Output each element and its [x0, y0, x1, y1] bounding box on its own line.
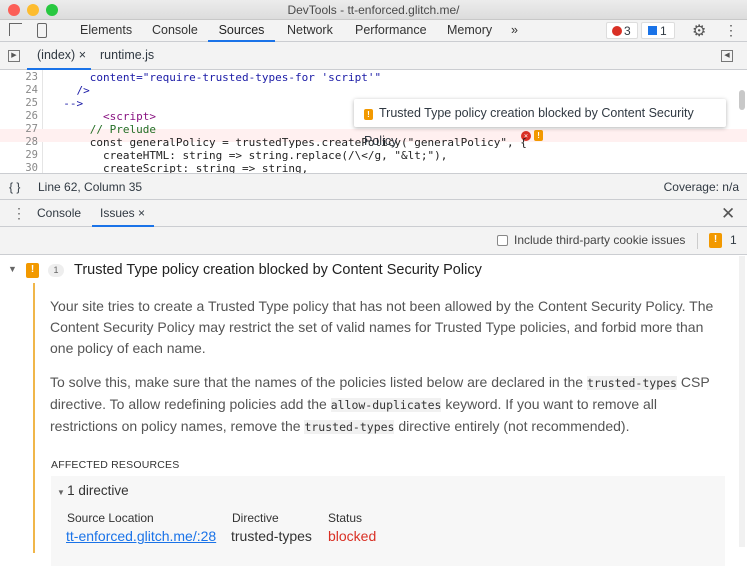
main-toolbar: Elements Console Sources Network Perform… [0, 20, 747, 42]
window-title: DevTools - tt-enforced.glitch.me/ [287, 3, 460, 17]
close-tab-icon[interactable]: × [138, 206, 145, 220]
tab-elements[interactable]: Elements [80, 20, 132, 42]
status-bar: { } Line 62, Column 35 Coverage: n/a [0, 173, 747, 200]
issue-resolution: To solve this, make sure that the names … [50, 374, 710, 434]
line-number[interactable]: 25 [0, 97, 38, 109]
coverage-status: Coverage: n/a [663, 180, 739, 194]
issue-body: Your site tries to create a Trusted Type… [33, 283, 725, 566]
file-tab-index[interactable]: (index) × [27, 42, 91, 70]
cursor-position: Line 62, Column 35 [38, 180, 143, 194]
line-number[interactable]: 27 [0, 123, 38, 135]
status-value: blocked [328, 528, 377, 544]
drawer-tab-console[interactable]: Console [37, 200, 81, 226]
code-line: <script> [50, 110, 156, 123]
message-icon [648, 26, 657, 35]
divider [697, 233, 698, 249]
error-icon [612, 26, 622, 36]
code-editor[interactable]: ! Trusted Type policy creation blocked by… [0, 70, 747, 175]
issue-item: ▼ ! 1 Trusted Type policy creation block… [0, 256, 745, 566]
directive-value: trusted-types [231, 528, 312, 544]
issues-toolbar: Include third-party cookie issues ! 1 [0, 227, 747, 255]
code-line: /> [50, 84, 90, 97]
directive-toggle[interactable]: ▼ 1 directive [57, 483, 129, 498]
code-line: // Prelude [50, 123, 156, 136]
expand-triangle-icon[interactable]: ▼ [8, 264, 17, 274]
warning-icon: ! [364, 109, 373, 120]
line-number[interactable]: 23 [0, 71, 38, 83]
column-source-location: Source Location [67, 511, 154, 525]
column-status: Status [328, 511, 363, 525]
source-location-link[interactable]: tt-enforced.glitch.me/:28 [66, 528, 216, 544]
drawer-tab-issues[interactable]: Issues × [92, 200, 154, 227]
tab-memory[interactable]: Memory [447, 20, 492, 42]
warning-icon: ! [709, 233, 722, 248]
third-party-checkbox[interactable] [497, 235, 508, 246]
issue-title: Trusted Type policy creation blocked by … [74, 262, 482, 278]
scrollbar[interactable] [739, 256, 745, 547]
file-tab-runtime[interactable]: runtime.js [100, 42, 154, 69]
line-number[interactable]: 29 [0, 149, 38, 161]
warning-icon[interactable]: ! [534, 130, 543, 141]
close-window-button[interactable] [8, 4, 20, 16]
line-number[interactable]: 24 [0, 84, 38, 96]
maximize-window-button[interactable] [46, 4, 58, 16]
messages-badge[interactable]: 1 [641, 22, 675, 39]
tab-performance[interactable]: Performance [355, 20, 427, 42]
inspect-icon[interactable] [9, 23, 22, 36]
issue-count: 1 [730, 233, 737, 247]
drawer-menu-icon[interactable]: ⋮ [12, 205, 26, 222]
drawer-tabs: ⋮ Console Issues × ✕ [0, 200, 747, 227]
affected-resources-box: ▼ 1 directive Source Location Directive … [51, 476, 725, 566]
expand-triangle-icon: ▼ [57, 488, 68, 497]
tab-console[interactable]: Console [152, 20, 198, 42]
issue-header[interactable]: ▼ ! 1 Trusted Type policy creation block… [0, 256, 740, 284]
title-bar: DevTools - tt-enforced.glitch.me/ [0, 0, 747, 20]
navigator-toggle-icon[interactable]: ▶ [8, 50, 20, 62]
third-party-label: Include third-party cookie issues [514, 233, 686, 247]
affected-resources-heading: AFFECTED RESOURCES [51, 459, 180, 471]
warning-icon: ! [26, 263, 39, 278]
occurrence-count: 1 [48, 264, 64, 277]
pretty-print-icon[interactable]: { } [9, 174, 20, 200]
issue-description: Your site tries to create a Trusted Type… [50, 298, 714, 356]
line-number[interactable]: 28 [0, 136, 38, 148]
code-line: content="require-trusted-types-for 'scri… [50, 71, 382, 84]
debugger-toggle-icon[interactable]: ◀ [721, 50, 733, 62]
more-tabs-button[interactable]: » [511, 20, 518, 42]
tab-sources[interactable]: Sources [208, 20, 275, 42]
line-number[interactable]: 26 [0, 110, 38, 122]
more-options-icon[interactable]: ⋮ [724, 22, 738, 39]
scrollbar[interactable] [739, 90, 745, 110]
column-directive: Directive [232, 511, 279, 525]
tab-network[interactable]: Network [287, 20, 333, 42]
code-line: const generalPolicy = trustedTypes.creat… [50, 136, 527, 149]
code-line: --> [50, 97, 84, 110]
close-tab-icon[interactable]: × [79, 48, 86, 62]
close-drawer-icon[interactable]: ✕ [721, 204, 735, 224]
gutter-divider [42, 70, 43, 173]
minimize-window-button[interactable] [27, 4, 39, 16]
gear-icon[interactable]: ⚙ [692, 21, 706, 41]
issue-tooltip: ! Trusted Type policy creation blocked by… [354, 99, 726, 148]
device-toggle-icon[interactable] [37, 23, 47, 38]
errors-badge[interactable]: 3 [606, 22, 638, 39]
file-tabs-bar: ▶ (index) × runtime.js ◀ [0, 42, 747, 70]
